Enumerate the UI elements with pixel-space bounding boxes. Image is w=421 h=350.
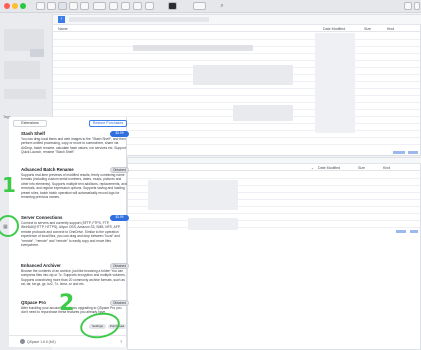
obtained-badge-qspace-pro: Obtained: [110, 300, 129, 306]
view-icons-button[interactable]: [47, 2, 56, 10]
search-icon[interactable]: ⌕: [218, 2, 226, 10]
app-window: ⌕ Tags ‹ Name Date Modified Size Kind ⌄ …: [0, 0, 421, 350]
extension-desc-server-connections: Connect to servers and currently support…: [21, 221, 121, 248]
extension-title-qspace-pro: QSpace Pro: [21, 300, 46, 305]
tag-button[interactable]: [121, 2, 130, 10]
col-size[interactable]: Size: [364, 27, 371, 31]
extension-title-enhanced-archiver: Enhanced Archiver: [21, 263, 61, 268]
col-chevron-icon[interactable]: ⌄: [311, 166, 314, 170]
more-button[interactable]: [404, 2, 412, 10]
col-date-modified-bottom[interactable]: Date Modified: [318, 166, 340, 170]
share-button[interactable]: [109, 2, 118, 10]
toolbar: ⌕: [0, 0, 421, 13]
view-gallery-button[interactable]: [80, 2, 89, 10]
split-view-button[interactable]: [193, 2, 206, 10]
zoom-window-button[interactable]: [20, 3, 26, 9]
price-button-server-connections[interactable]: $3.99: [110, 215, 129, 221]
tab-extensions[interactable]: Extensions: [13, 120, 47, 127]
view-list-button[interactable]: [58, 2, 67, 10]
col-kind-bottom[interactable]: Kind: [383, 166, 390, 170]
version-label: QSpace 1.6.0 (M1): [27, 339, 56, 344]
col-date-modified[interactable]: Date Modified: [323, 27, 345, 31]
action-menu-button[interactable]: [93, 2, 106, 10]
sidebar-toggle-button[interactable]: [36, 2, 45, 10]
obtained-badge-batch-rename: Obtained: [110, 167, 129, 173]
qspace-logo-icon: [20, 339, 25, 344]
inspector-toggle-button[interactable]: [414, 2, 420, 10]
edit-tags-button[interactable]: [133, 2, 142, 10]
annotation-number-one: 1: [2, 173, 16, 197]
extension-desc-enhanced-archiver: Browse the contents of an archive, just …: [21, 269, 126, 287]
path-bar: ‹: [53, 15, 421, 25]
back-arrow-icon[interactable]: ‹: [58, 16, 65, 23]
column-header-bottom: ⌄ Date Modified Size Kind: [128, 164, 421, 171]
view-columns-button[interactable]: [69, 2, 78, 10]
minimize-window-button[interactable]: [12, 3, 18, 9]
annotation-number-two: 2: [59, 291, 75, 316]
extension-desc-stash-shelf: You can drag local items and web images …: [21, 137, 126, 155]
close-window-button[interactable]: [4, 3, 10, 9]
extension-title-batch-rename: Advanced Batch Rename: [21, 167, 74, 172]
col-kind[interactable]: Kind: [387, 27, 394, 31]
column-header: Name Date Modified Size Kind: [53, 25, 421, 32]
col-name[interactable]: Name: [58, 27, 68, 31]
extension-desc-batch-rename: Supports real-time previews of modified …: [21, 173, 127, 200]
restore-purchases-button[interactable]: Restore Purchases: [89, 120, 127, 127]
extension-title-stash-shelf: Stash Shelf: [21, 131, 45, 136]
file-pane-bottom: ⌄ Date Modified Size Kind: [127, 157, 421, 350]
col-size-bottom[interactable]: Size: [358, 166, 365, 170]
get-info-button[interactable]: [145, 2, 154, 10]
price-button-stash-shelf[interactable]: $3.99: [110, 131, 129, 137]
terminal-button[interactable]: [168, 2, 177, 10]
extension-title-server-connections: Server Connections: [21, 215, 63, 220]
help-button[interactable]: ?: [120, 339, 122, 344]
obtained-badge-enhanced-archiver: Obtained: [110, 263, 129, 269]
